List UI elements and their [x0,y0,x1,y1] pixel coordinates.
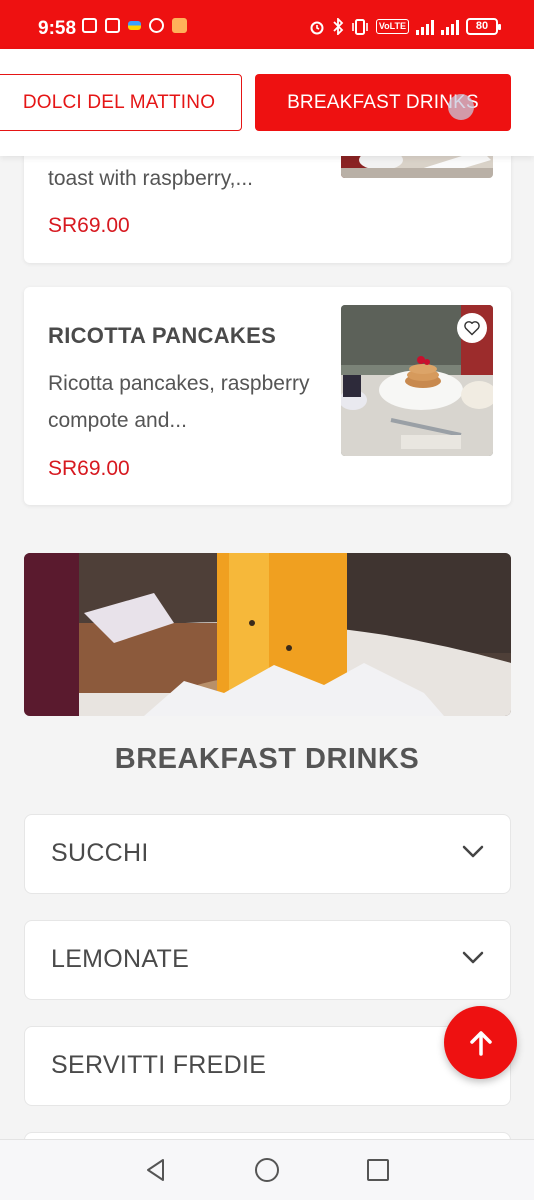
navigation-bar [0,1139,534,1200]
accordion-label: LEMONATE [51,945,190,973]
item-price: SR69.00 [48,214,130,237]
battery-icon: 80 [466,18,501,35]
status-system-icons: VoLTE 80 [309,18,501,35]
status-notification-icons [82,18,187,33]
vibrate-icon [352,18,368,35]
bluetooth-icon [333,18,344,35]
back-icon[interactable] [143,1157,169,1183]
volte-icon: VoLTE [375,19,409,34]
favorite-button[interactable] [457,313,487,343]
arrow-up-icon [469,1030,492,1056]
nfc-icon [82,18,97,33]
scroll-to-top-button[interactable] [444,1006,517,1079]
accordion-succhi[interactable]: SUCCHI [24,814,511,894]
home-icon[interactable] [254,1157,280,1183]
heart-outline-icon [464,321,480,336]
item-title: RICOTTA PANCAKES [48,323,277,348]
wifi-signal-icon [441,19,459,35]
accordion-label: SERVITTI FREDIE [51,1051,267,1079]
flag-icon [128,21,141,30]
recents-icon[interactable] [365,1157,391,1183]
chevron-down-icon [462,845,484,858]
chevron-down-icon [462,951,484,964]
item-price: SR69.00 [48,457,130,480]
signal-icon [416,19,434,35]
browser-icon [149,18,164,33]
accordion-lemonate[interactable]: LEMONATE [24,920,511,1000]
alarm-icon [310,21,324,34]
touch-indicator [448,94,474,120]
status-bar: 9:58 VoLTE 80 [0,0,534,49]
section-title: BREAKFAST DRINKS [114,743,420,775]
shopping-icon [172,18,187,33]
status-time: 9:58 [38,18,77,39]
item-description: toast with raspberry,... [48,167,254,190]
accordion-label: SUCCHI [51,839,149,867]
section-banner-image [24,553,511,716]
accordion-servitti-fredie[interactable]: SERVITTI FREDIE [24,1026,511,1106]
item-image[interactable] [341,305,493,456]
app-notification-icon [105,18,120,33]
tab-dolci-del-mattino[interactable]: DOLCI DEL MATTINO [0,74,242,131]
menu-item-card[interactable]: RICOTTA PANCAKES Ricotta pancakes, raspb… [24,287,511,505]
item-description: Ricotta pancakes, raspberry compote and.… [48,372,310,432]
